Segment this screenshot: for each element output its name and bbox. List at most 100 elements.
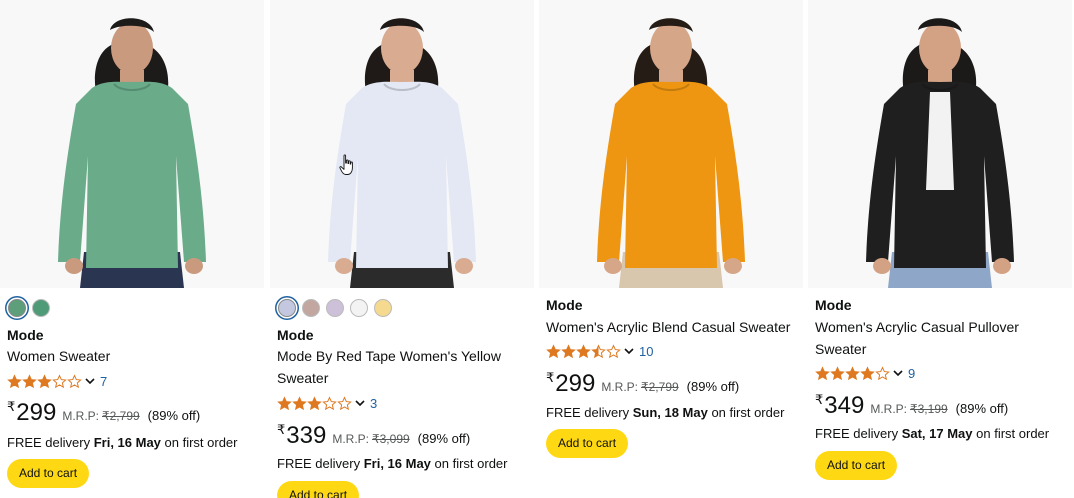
mrp-label: M.R.P: bbox=[62, 409, 99, 423]
delivery-prefix: FREE delivery bbox=[277, 456, 364, 471]
model-hand-right bbox=[993, 258, 1011, 274]
model-photo bbox=[808, 0, 1072, 288]
rating-count[interactable]: 7 bbox=[100, 374, 107, 389]
star-filled-icon bbox=[292, 395, 307, 410]
star-rating[interactable] bbox=[7, 373, 82, 389]
product-image[interactable] bbox=[0, 0, 264, 288]
star-filled-icon bbox=[546, 343, 561, 358]
star-empty-icon bbox=[606, 343, 621, 358]
price-row: ₹ 349 M.R.P: ₹3,199 (89% off) bbox=[815, 392, 1009, 419]
add-to-cart-button[interactable]: Add to cart bbox=[546, 429, 629, 458]
star-empty-icon bbox=[67, 373, 82, 388]
star-empty-icon bbox=[337, 395, 352, 410]
star-empty-icon bbox=[52, 373, 67, 388]
discount: (89% off) bbox=[417, 431, 471, 446]
star-filled-icon bbox=[576, 343, 591, 358]
product-card[interactable]: Mode Women's Acrylic Blend Casual Sweate… bbox=[539, 0, 803, 498]
star-filled-icon bbox=[277, 395, 292, 410]
chevron-down-icon[interactable] bbox=[892, 367, 904, 379]
add-to-cart-button[interactable]: Add to cart bbox=[815, 451, 898, 480]
mrp-label: M.R.P: bbox=[332, 432, 369, 446]
delivery-suffix: on first order bbox=[972, 426, 1050, 441]
star-filled-icon bbox=[7, 373, 22, 388]
color-swatch[interactable] bbox=[374, 299, 392, 317]
product-brand: Mode bbox=[815, 297, 852, 313]
rating-row[interactable]: 10 bbox=[546, 343, 653, 359]
chevron-down-icon[interactable] bbox=[84, 375, 96, 387]
delivery-prefix: FREE delivery bbox=[7, 435, 94, 450]
star-rating[interactable] bbox=[277, 395, 352, 411]
rating-row[interactable]: 7 bbox=[7, 373, 107, 389]
rating-count[interactable]: 3 bbox=[370, 396, 377, 411]
mrp-price: ₹3,099 bbox=[372, 432, 410, 446]
star-empty-icon bbox=[875, 365, 890, 380]
mrp-label: M.R.P: bbox=[870, 402, 907, 416]
star-rating[interactable] bbox=[815, 365, 890, 381]
delivery-info: FREE delivery Sat, 17 May on first order bbox=[815, 426, 1049, 441]
color-swatches bbox=[278, 299, 392, 317]
product-title[interactable]: Women's Acrylic Blend Casual Sweater bbox=[546, 316, 796, 338]
star-filled-icon bbox=[22, 373, 37, 388]
model-hand-right bbox=[185, 258, 203, 274]
product-card[interactable]: Mode Mode By Red Tape Women's Yellow Swe… bbox=[270, 0, 534, 498]
mrp-price: ₹2,799 bbox=[102, 409, 140, 423]
rating-count[interactable]: 9 bbox=[908, 366, 915, 381]
color-swatch[interactable] bbox=[278, 299, 296, 317]
chevron-down-icon[interactable] bbox=[623, 345, 635, 357]
delivery-date: Sun, 18 May bbox=[632, 405, 708, 420]
add-to-cart-button[interactable]: Add to cart bbox=[7, 459, 90, 488]
price: 339 bbox=[286, 422, 327, 449]
currency-symbol: ₹ bbox=[815, 392, 824, 407]
product-title[interactable]: Women Sweater bbox=[7, 345, 257, 367]
discount: (89% off) bbox=[955, 401, 1009, 416]
price-row: ₹ 339 M.R.P: ₹3,099 (89% off) bbox=[277, 422, 471, 449]
model-face bbox=[111, 22, 153, 74]
color-swatches bbox=[8, 299, 50, 317]
model-sweater bbox=[597, 81, 745, 269]
model-face bbox=[919, 22, 961, 74]
add-to-cart-button[interactable]: Add to cart bbox=[277, 481, 360, 498]
color-swatch[interactable] bbox=[302, 299, 320, 317]
delivery-prefix: FREE delivery bbox=[546, 405, 633, 420]
mrp-label: M.R.P: bbox=[601, 380, 638, 394]
currency-symbol: ₹ bbox=[546, 370, 555, 385]
product-brand: Mode bbox=[7, 327, 44, 343]
currency-symbol: ₹ bbox=[277, 422, 286, 437]
product-card[interactable]: Mode Women Sweater 7 ₹ 299 M.R.P: ₹2,799… bbox=[0, 0, 264, 498]
color-swatch[interactable] bbox=[8, 299, 26, 317]
delivery-suffix: on first order bbox=[430, 456, 508, 471]
product-image[interactable] bbox=[808, 0, 1072, 288]
delivery-date: Fri, 16 May bbox=[363, 456, 431, 471]
delivery-info: FREE delivery Fri, 16 May on first order bbox=[7, 435, 238, 450]
price-row: ₹ 299 M.R.P: ₹2,799 (89% off) bbox=[546, 370, 739, 396]
inner-top bbox=[926, 92, 954, 190]
color-swatch[interactable] bbox=[326, 299, 344, 317]
price: 349 bbox=[824, 392, 865, 419]
delivery-suffix: on first order bbox=[707, 405, 785, 420]
rating-row[interactable]: 9 bbox=[815, 365, 915, 381]
product-title[interactable]: Women's Acrylic Casual Pullover Sweater bbox=[815, 316, 1065, 360]
star-rating[interactable] bbox=[546, 343, 621, 359]
chevron-down-icon[interactable] bbox=[354, 397, 366, 409]
product-image[interactable] bbox=[539, 0, 803, 288]
star-filled-icon bbox=[561, 343, 576, 358]
product-image[interactable] bbox=[270, 0, 534, 288]
mrp-price: ₹3,199 bbox=[910, 402, 948, 416]
price-row: ₹ 299 M.R.P: ₹2,799 (89% off) bbox=[7, 399, 200, 426]
delivery-info: FREE delivery Fri, 16 May on first order bbox=[277, 456, 508, 471]
model-face bbox=[650, 22, 692, 74]
model-hand-left bbox=[873, 258, 891, 274]
star-filled-icon bbox=[860, 365, 875, 380]
rating-row[interactable]: 3 bbox=[277, 395, 377, 411]
product-card[interactable]: Mode Women's Acrylic Casual Pullover Swe… bbox=[808, 0, 1072, 498]
color-swatch[interactable] bbox=[32, 299, 50, 317]
mrp-price: ₹2,799 bbox=[641, 380, 679, 394]
star-filled-icon bbox=[830, 365, 845, 380]
product-title[interactable]: Mode By Red Tape Women's Yellow Sweater bbox=[277, 345, 527, 389]
star-filled-icon bbox=[37, 373, 52, 388]
model-sweater bbox=[58, 81, 206, 269]
rating-count[interactable]: 10 bbox=[639, 344, 653, 359]
delivery-date: Sat, 17 May bbox=[901, 426, 973, 441]
price: 299 bbox=[16, 399, 57, 426]
color-swatch[interactable] bbox=[350, 299, 368, 317]
